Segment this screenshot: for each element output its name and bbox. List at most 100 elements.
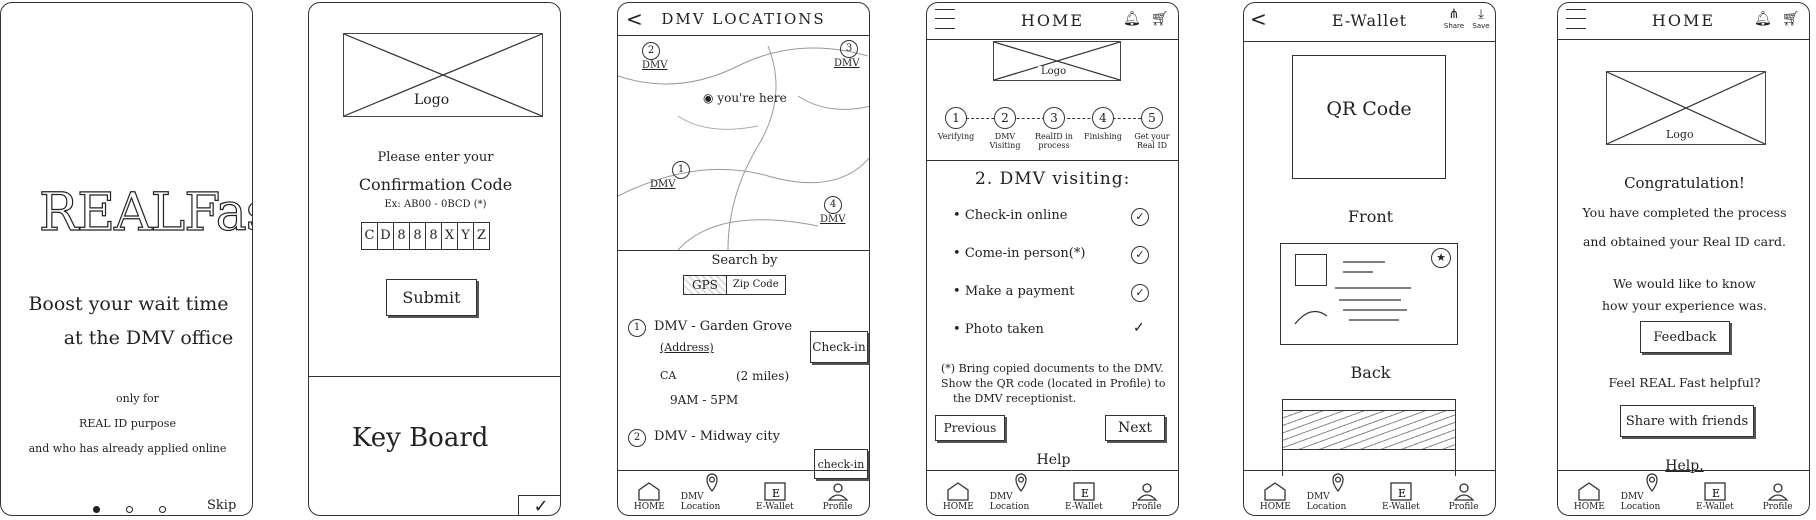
- header: < DMV LOCATIONS: [618, 3, 869, 36]
- prompt-line-1: Please enter your: [377, 150, 494, 165]
- step-3: 3 RealID in process: [1031, 107, 1077, 150]
- location-city: CA: [660, 369, 677, 382]
- step-label: DMV Visiting: [989, 132, 1021, 150]
- feedback-button[interactable]: Feedback: [1640, 321, 1730, 353]
- id-card-front: ★: [1280, 243, 1458, 345]
- nav-label: Profile: [1762, 502, 1793, 512]
- task-label: Make a payment: [964, 284, 1075, 299]
- checkmark-icon: ✓: [1131, 208, 1149, 226]
- nav-label: Profile: [1131, 502, 1162, 512]
- confirm-check-button[interactable]: ✓: [518, 495, 560, 515]
- checkmark-icon: ✓: [1131, 246, 1149, 264]
- nav-label: E-Wallet: [1381, 502, 1420, 512]
- nav-e-wallet[interactable]: E E-Wallet: [1370, 471, 1433, 515]
- marker-label: DMV: [834, 58, 860, 69]
- dot[interactable]: [126, 506, 133, 513]
- marker-label: DMV: [820, 214, 846, 225]
- dot-active[interactable]: [93, 506, 100, 513]
- location-pin-icon: [1332, 473, 1344, 492]
- back-label: Back: [1350, 363, 1391, 382]
- nav-profile[interactable]: Profile: [1746, 471, 1809, 515]
- step-num: 2: [994, 107, 1016, 129]
- bell-icon[interactable]: 🔔︎: [1123, 11, 1141, 27]
- nav-e-wallet[interactable]: E E-Wallet: [1053, 471, 1116, 515]
- code-input[interactable]: C D 8 8 8 X Y Z: [361, 222, 490, 250]
- msg-line-3: and obtained your Real ID card.: [1582, 234, 1787, 249]
- nav-profile[interactable]: Profile: [1432, 471, 1495, 515]
- nav-home[interactable]: HOME: [927, 471, 990, 515]
- task-label: Come-in person(*): [964, 246, 1086, 261]
- share-with-friends-button[interactable]: Share with friends: [1620, 405, 1754, 437]
- cart-icon[interactable]: 🛒︎: [1782, 11, 1800, 27]
- save-button[interactable]: ⤓ Save: [1468, 7, 1494, 30]
- location-distance: (2 miles): [736, 369, 790, 383]
- screen-home-complete: HOME 🔔︎ 🛒︎ Logo Congratulation! You have…: [1557, 2, 1810, 516]
- headline-line-2: at the DMV office: [63, 327, 234, 349]
- step-label: Verifying: [937, 132, 975, 141]
- previous-button[interactable]: Previous: [935, 415, 1005, 441]
- location-hours: 9AM - 5PM: [670, 393, 739, 407]
- check-in-button[interactable]: Check-in: [810, 331, 868, 363]
- nav-dmv-location[interactable]: DMV Location: [1307, 471, 1370, 515]
- note-line-2: Show the QR code (located in Profile) to: [941, 377, 1166, 390]
- location-pin-icon: ◉: [703, 91, 714, 105]
- dot[interactable]: [159, 506, 166, 513]
- location-card-1[interactable]: 1 DMV - Garden Grove (Address) CA (2 mil…: [624, 317, 868, 417]
- logo-placeholder: Logo: [1606, 71, 1766, 145]
- nav-profile[interactable]: Profile: [806, 471, 869, 515]
- note-line-3: and who has already applied online: [28, 442, 227, 455]
- skip-link[interactable]: Skip: [207, 498, 236, 513]
- gps-option[interactable]: GPS: [684, 276, 727, 294]
- nav-dmv-location[interactable]: DMV Location: [990, 471, 1053, 515]
- help-link[interactable]: Help: [927, 452, 1178, 468]
- code-example: Ex: AB00 - 0BCD (*): [384, 199, 487, 210]
- nav-dmv-location[interactable]: DMV Location: [681, 471, 744, 515]
- map-marker-1[interactable]: 1 DMV: [650, 161, 690, 190]
- nav-label: HOME: [1573, 502, 1605, 512]
- map-marker-4[interactable]: 4 DMV: [820, 196, 845, 225]
- prompt-line-2: Confirmation Code: [358, 175, 513, 194]
- nav-dmv-location[interactable]: DMV Location: [1621, 471, 1684, 515]
- header: < E-Wallet ⋔ Share ⤓ Save: [1244, 3, 1495, 42]
- map-marker-3[interactable]: 3 DMV: [834, 40, 859, 69]
- nav-home[interactable]: HOME: [1244, 471, 1307, 515]
- logo-placeholder: Logo: [343, 33, 543, 117]
- msg-line-5: how your experience was.: [1601, 298, 1767, 313]
- map-marker-2[interactable]: 2 DMV: [642, 42, 667, 71]
- nav-profile[interactable]: Profile: [1115, 471, 1178, 515]
- next-button[interactable]: Next: [1105, 415, 1165, 441]
- screen-confirmation: Logo Please enter your Confirmation Code…: [308, 2, 561, 516]
- nav-e-wallet[interactable]: E E-Wallet: [1684, 471, 1747, 515]
- home-icon: [1578, 482, 1601, 501]
- marker-label: DMV: [642, 60, 668, 71]
- screen-e-wallet: < E-Wallet ⋔ Share ⤓ Save QR Code Front ★ …: [1243, 2, 1496, 516]
- bottom-nav: HOME DMV Location E E-Wallet Profile: [618, 470, 869, 515]
- download-icon: ⤓: [1478, 7, 1484, 22]
- nav-home[interactable]: HOME: [1558, 471, 1621, 515]
- step-label: Finishing: [1084, 132, 1122, 141]
- share-button[interactable]: ⋔ Share: [1440, 7, 1468, 30]
- visit-note: (*) Bring copied documents to the DMV. S…: [941, 361, 1176, 406]
- task-item: • Make a payment ✓: [953, 284, 1153, 322]
- cart-icon[interactable]: 🛒︎: [1151, 11, 1169, 27]
- code-char: 8: [394, 223, 410, 249]
- nav-home[interactable]: HOME: [618, 471, 681, 515]
- share-icon: ⋔: [1448, 7, 1460, 22]
- step-label: Get your Real ID: [1134, 132, 1170, 150]
- marker-label: DMV: [650, 179, 676, 190]
- nav-label: HOME: [942, 502, 974, 512]
- wallet-icon: E: [1073, 482, 1095, 501]
- nav-label: Profile: [822, 502, 853, 512]
- nav-label: HOME: [633, 502, 665, 512]
- map-view[interactable]: 2 DMV 3 DMV ◉ you're here 1 DMV 4 DMV: [618, 36, 869, 251]
- zip-code-option[interactable]: Zip Code: [727, 276, 785, 294]
- search-toggle: GPS Zip Code: [683, 275, 786, 295]
- bell-icon[interactable]: 🔔︎: [1754, 11, 1772, 27]
- logo-label: Logo: [1663, 128, 1697, 141]
- nav-e-wallet[interactable]: E E-Wallet: [744, 471, 807, 515]
- submit-button[interactable]: Submit: [386, 279, 477, 316]
- feedback-prompt: We would like to know how your experienc…: [1562, 273, 1807, 317]
- keyboard-placeholder[interactable]: Key Board: [352, 423, 488, 453]
- task-label: Check-in online: [964, 208, 1068, 223]
- helpful-prompt: Feel REAL Fast helpful?: [1608, 375, 1761, 390]
